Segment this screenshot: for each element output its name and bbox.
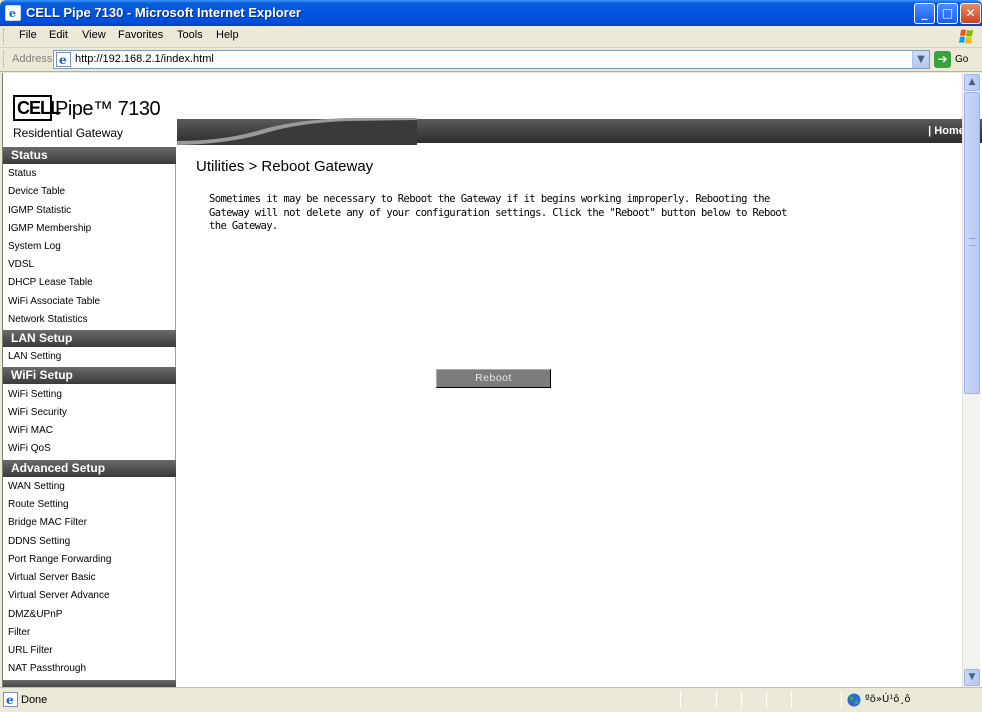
sidebar-item-wifi-setting[interactable]: WiFi Setting	[8, 389, 62, 400]
maximize-button[interactable]: □	[937, 3, 958, 24]
address-url: http://192.168.2.1/index.html	[75, 53, 214, 65]
sidebar-item-wifi-security[interactable]: WiFi Security	[8, 407, 67, 418]
menu-tools[interactable]: Tools	[177, 29, 203, 41]
sidebar-item-dmz-upnp[interactable]: DMZ&UPnP	[8, 609, 62, 620]
page-title: Utilities > Reboot Gateway	[196, 158, 374, 175]
internet-zone-globe-icon	[847, 693, 861, 707]
sidebar-item-status[interactable]: Status	[8, 168, 36, 179]
windows-logo-icon	[959, 29, 973, 44]
sidebar-item-route-setting[interactable]: Route Setting	[8, 499, 69, 510]
reboot-button[interactable]: Reboot	[436, 369, 551, 388]
sidebar-item-wifi-qos[interactable]: WiFi QoS	[8, 443, 51, 454]
menu-favorites[interactable]: Favorites	[118, 29, 163, 41]
sidebar-section-lan-setup[interactable]: LAN Setup	[3, 330, 176, 347]
go-button[interactable]: Go	[955, 54, 968, 65]
scroll-thumb[interactable]	[964, 92, 980, 394]
scroll-up-icon[interactable]: ▲	[964, 74, 980, 91]
vertical-scrollbar[interactable]: ▲ ▼	[962, 73, 980, 687]
sidebar-item-wifi-mac[interactable]: WiFi MAC	[8, 425, 53, 436]
address-grip[interactable]	[3, 51, 6, 67]
sidebar-item-device-table[interactable]: Device Table	[8, 186, 65, 197]
cellpipe-logo: CELL Pipe™ 7130 Residential Gateway	[13, 95, 161, 143]
sidebar-item-url-filter[interactable]: URL Filter	[8, 645, 53, 656]
sidebar-item-wifi-associate-table[interactable]: WiFi Associate Table	[8, 296, 100, 307]
sidebar-section-status[interactable]: Status	[3, 147, 176, 164]
svg-text:e: e	[59, 53, 67, 67]
svg-text:e: e	[6, 693, 14, 707]
sidebar-item-wan-setting[interactable]: WAN Setting	[8, 481, 65, 492]
sidebar-section-wifi-setup[interactable]: WiFi Setup	[3, 367, 176, 384]
sidebar-item-network-statistics[interactable]: Network Statistics	[8, 314, 87, 325]
sidebar-item-dhcp-lease-table[interactable]: DHCP Lease Table	[8, 277, 93, 288]
ie-page-icon: e	[5, 5, 21, 21]
sidebar-item-ddns-setting[interactable]: DDNS Setting	[8, 536, 70, 547]
status-bar: e Done ºõ»Ú¹ô¸ô	[0, 687, 982, 712]
sidebar-item-vdsl[interactable]: VDSL	[8, 259, 34, 270]
logo-cell-text: CELL	[17, 98, 61, 118]
menu-help[interactable]: Help	[216, 29, 239, 41]
logo-product-text: Pipe™ 7130	[55, 98, 161, 120]
window-title: CELL Pipe 7130 - Microsoft Internet Expl…	[26, 5, 301, 20]
sidebar-item-port-range-forwarding[interactable]: Port Range Forwarding	[8, 554, 111, 565]
reboot-description: Sometimes it may be necessary to Reboot …	[209, 193, 787, 232]
sidebar-item-virtual-server-advance[interactable]: Virtual Server Advance	[8, 590, 110, 601]
logo-subtitle: Residential Gateway	[13, 126, 124, 140]
minimize-button[interactable]: _	[914, 3, 935, 24]
status-text: Done	[21, 694, 48, 706]
close-button[interactable]: ✕	[960, 3, 981, 24]
menu-bar: File Edit View Favorites Tools Help	[0, 26, 982, 48]
menu-view[interactable]: View	[82, 29, 106, 41]
sidebar-item-lan-setting[interactable]: LAN Setting	[8, 351, 61, 362]
toolbar-grip[interactable]	[3, 29, 6, 45]
scroll-down-icon[interactable]: ▼	[964, 669, 980, 686]
page-content: CELL Pipe™ 7130 Residential Gateway | Ho…	[2, 73, 982, 687]
security-zone-text: ºõ»Ú¹ô¸ô	[865, 694, 911, 705]
gateway-header: CELL Pipe™ 7130 Residential Gateway | Ho…	[3, 73, 982, 145]
sidebar-item-nat-passthrough[interactable]: NAT Passthrough	[8, 663, 86, 674]
sidebar-item-bridge-mac-filter[interactable]: Bridge MAC Filter	[8, 517, 87, 528]
chevron-down-icon[interactable]: ▼	[912, 51, 929, 68]
go-arrow-icon[interactable]: ➔	[934, 51, 951, 68]
sidebar-item-filter[interactable]: Filter	[8, 627, 30, 638]
sidebar-item-system-log[interactable]: System Log	[8, 241, 61, 252]
sidebar-nav: Status Status Device Table IGMP Statisti…	[3, 147, 176, 687]
sidebar-item-igmp-statistic[interactable]: IGMP Statistic	[8, 205, 71, 216]
sidebar-section-partial	[3, 680, 176, 687]
address-input[interactable]: e http://192.168.2.1/index.html ▼	[53, 50, 930, 69]
header-swoosh	[177, 118, 417, 145]
sidebar-section-advanced-setup[interactable]: Advanced Setup	[3, 460, 176, 477]
sidebar-item-virtual-server-basic[interactable]: Virtual Server Basic	[8, 572, 96, 583]
menu-file[interactable]: File	[19, 29, 37, 41]
menu-edit[interactable]: Edit	[49, 29, 68, 41]
ie-page-icon: e	[3, 692, 18, 707]
browser-window: e CELL Pipe 7130 - Microsoft Internet Ex…	[0, 0, 982, 712]
address-bar: Address e http://192.168.2.1/index.html …	[0, 48, 982, 72]
sidebar-item-igmp-membership[interactable]: IGMP Membership	[8, 223, 91, 234]
ie-page-icon: e	[56, 52, 71, 67]
title-bar[interactable]: e CELL Pipe 7130 - Microsoft Internet Ex…	[0, 0, 982, 26]
address-label: Address	[12, 53, 53, 65]
